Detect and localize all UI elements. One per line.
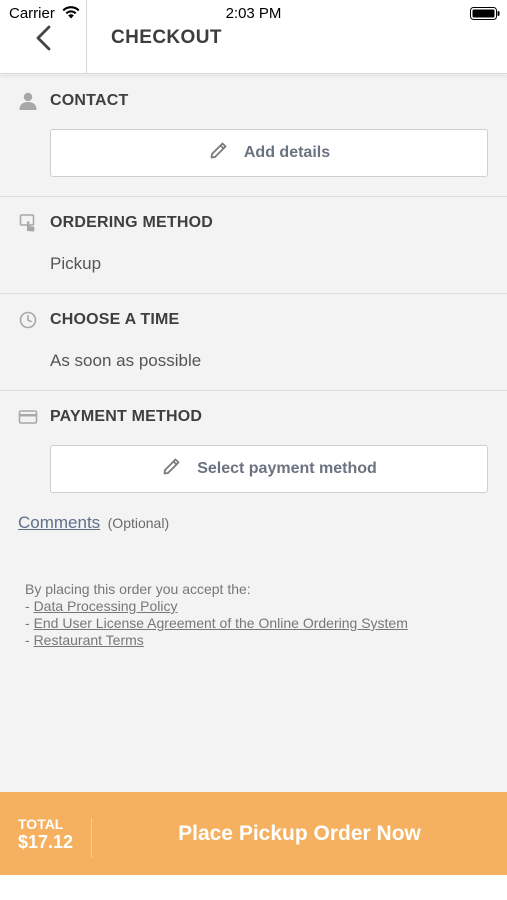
choose-time-section[interactable]: CHOOSE A TIME As soon as possible <box>0 294 507 391</box>
legal-item: - Restaurant Terms <box>25 632 408 649</box>
checkout-content[interactable]: CONTACT Add details ORDERING METHOD Pick… <box>0 75 507 792</box>
contact-section: CONTACT Add details <box>0 75 507 197</box>
eula-link[interactable]: End User License Agreement of the Online… <box>34 615 408 631</box>
comments-row: Comments (Optional) <box>18 513 169 533</box>
legal-item: - Data Processing Policy <box>25 598 408 615</box>
pencil-icon <box>163 458 180 475</box>
ordering-method-section[interactable]: ORDERING METHOD Pickup <box>0 197 507 294</box>
restaurant-terms-link[interactable]: Restaurant Terms <box>34 632 144 648</box>
comments-link[interactable]: Comments <box>18 513 100 532</box>
battery-icon <box>470 7 500 20</box>
add-details-button[interactable]: Add details <box>50 129 488 177</box>
legal-bullet: - <box>25 615 34 631</box>
touch-screen-icon <box>19 214 35 232</box>
payment-method-section: PAYMENT METHOD Select payment method <box>0 391 507 501</box>
back-button[interactable] <box>30 22 58 54</box>
pencil-icon <box>210 142 227 159</box>
legal-notice: By placing this order you accept the: - … <box>25 581 408 649</box>
payment-method-title: PAYMENT METHOD <box>50 408 203 425</box>
ordering-method-value: Pickup <box>50 254 102 273</box>
order-footer: TOTAL $17.12 Place Pickup Order Now <box>0 792 507 875</box>
select-payment-method-label: Select payment method <box>197 460 377 477</box>
place-order-button[interactable]: Place Pickup Order Now <box>92 792 507 875</box>
legal-intro: By placing this order you accept the: <box>25 581 251 597</box>
status-bar: Carrier 2:03 PM <box>0 0 507 26</box>
add-details-label: Add details <box>243 144 331 161</box>
data-processing-policy-link[interactable]: Data Processing Policy <box>34 598 178 614</box>
comments-optional-label: (Optional) <box>107 515 170 531</box>
credit-card-icon <box>18 410 38 424</box>
clock: 2:03 PM <box>225 5 282 22</box>
legal-bullet: - <box>25 632 34 648</box>
page-title: CHECKOUT <box>111 27 222 48</box>
legal-item: - End User License Agreement of the Onli… <box>25 615 408 632</box>
bottom-safe-area <box>0 875 507 900</box>
contact-title: CONTACT <box>50 92 129 109</box>
ordering-method-title: ORDERING METHOD <box>50 214 213 231</box>
total-label: TOTAL <box>18 816 64 832</box>
choose-time-value: As soon as possible <box>50 351 202 370</box>
choose-time-title: CHOOSE A TIME <box>50 311 180 328</box>
legal-bullet: - <box>25 598 34 614</box>
clock-icon <box>19 311 37 329</box>
total-amount: $17.12 <box>18 832 74 852</box>
select-payment-method-button[interactable]: Select payment method <box>50 445 488 493</box>
person-icon <box>19 92 37 110</box>
